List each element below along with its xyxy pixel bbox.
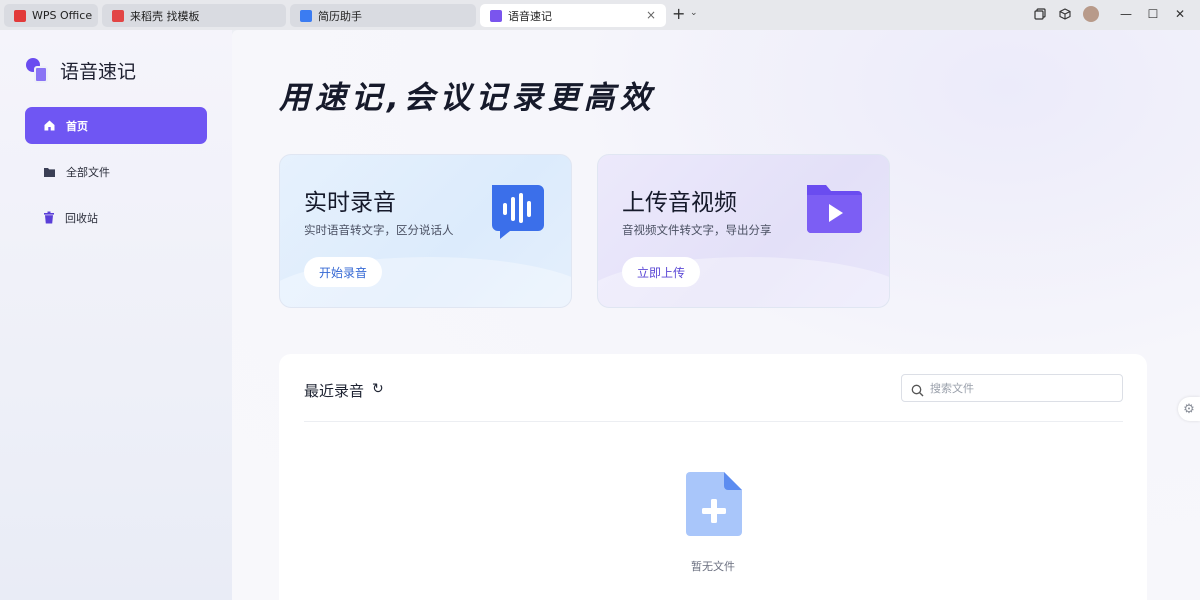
empty-state-text: 暂无文件 (691, 560, 735, 573)
voice-note-icon (490, 9, 502, 22)
search-input[interactable] (930, 381, 1110, 395)
cube-icon[interactable] (1058, 7, 1072, 21)
search-icon (911, 382, 924, 401)
minimize-icon[interactable]: — (1119, 7, 1133, 21)
tab-label: 来稻壳 找模板 (130, 9, 200, 23)
upload-now-button[interactable]: 立即上传 (622, 257, 701, 287)
divider (304, 421, 1123, 422)
tab-label: WPS Office (32, 9, 93, 22)
realtime-record-card[interactable]: 实时录音 实时语音转文字，区分说话人 开始录音 (279, 154, 572, 308)
wps-logo-icon (14, 9, 26, 22)
folder-icon (44, 167, 55, 177)
sidebar-item-label: 全部文件 (66, 165, 110, 179)
voice-bubble-icon (486, 181, 546, 245)
main-content: 用速记,会议记录更高效 实时录音 实时语音转文字，区分说话人 开始录音 上传音视… (232, 30, 1200, 600)
trash-icon (44, 211, 54, 224)
tab-close-icon[interactable]: × (646, 9, 656, 21)
card-title: 实时录音 (304, 190, 396, 216)
close-window-icon[interactable]: ✕ (1173, 7, 1187, 21)
user-avatar[interactable] (1083, 6, 1099, 22)
maximize-icon[interactable]: ☐ (1146, 7, 1160, 21)
resume-icon (300, 9, 312, 22)
home-icon (44, 120, 55, 131)
tab-list-chevron-icon[interactable]: ⌄ (690, 8, 698, 18)
app-logo-icon (26, 57, 50, 84)
new-tab-icon[interactable]: + (672, 6, 685, 22)
sidebar-item-recycle-bin[interactable]: 回收站 (25, 199, 207, 236)
search-box[interactable] (901, 374, 1123, 402)
app-name: 语音速记 (60, 61, 137, 83)
refresh-icon[interactable]: ↻ (372, 381, 384, 397)
page-title: 用速记,会议记录更高效 (279, 80, 656, 116)
sidebar: 语音速记 首页 全部文件 回收站 (0, 30, 232, 600)
sidebar-item-all-files[interactable]: 全部文件 (25, 153, 207, 190)
tab-voice-note[interactable]: 语音速记 × (480, 4, 666, 27)
docer-icon (112, 9, 124, 22)
window-switch-icon[interactable] (1033, 7, 1047, 21)
start-recording-button[interactable]: 开始录音 (304, 257, 383, 287)
sidebar-item-home[interactable]: 首页 (25, 107, 207, 144)
browser-tab-bar: WPS Office 来稻壳 找模板 简历助手 语音速记 × + ⌄ — ☐ ✕ (0, 0, 1200, 30)
section-title: 最近录音 (304, 382, 365, 400)
video-folder-icon (804, 181, 864, 241)
sidebar-item-label: 回收站 (65, 211, 98, 225)
tab-resume-helper[interactable]: 简历助手 (290, 4, 476, 27)
card-subtitle: 音视频文件转文字，导出分享 (622, 223, 772, 237)
tab-label: 语音速记 (508, 9, 552, 23)
recent-recordings-panel: 最近录音 ↻ 暂无文件 (279, 354, 1147, 600)
sidebar-item-label: 首页 (66, 119, 88, 133)
tab-wps-office[interactable]: WPS Office (4, 4, 98, 27)
tab-docer[interactable]: 来稻壳 找模板 (102, 4, 286, 27)
settings-gear-icon[interactable]: ⚙ (1178, 397, 1200, 421)
tab-label: 简历助手 (318, 9, 362, 23)
upload-media-card[interactable]: 上传音视频 音视频文件转文字，导出分享 立即上传 (597, 154, 890, 308)
card-title: 上传音视频 (622, 190, 737, 216)
empty-file-icon (686, 472, 742, 540)
card-subtitle: 实时语音转文字，区分说话人 (304, 223, 454, 237)
app-logo: 语音速记 (26, 57, 136, 84)
